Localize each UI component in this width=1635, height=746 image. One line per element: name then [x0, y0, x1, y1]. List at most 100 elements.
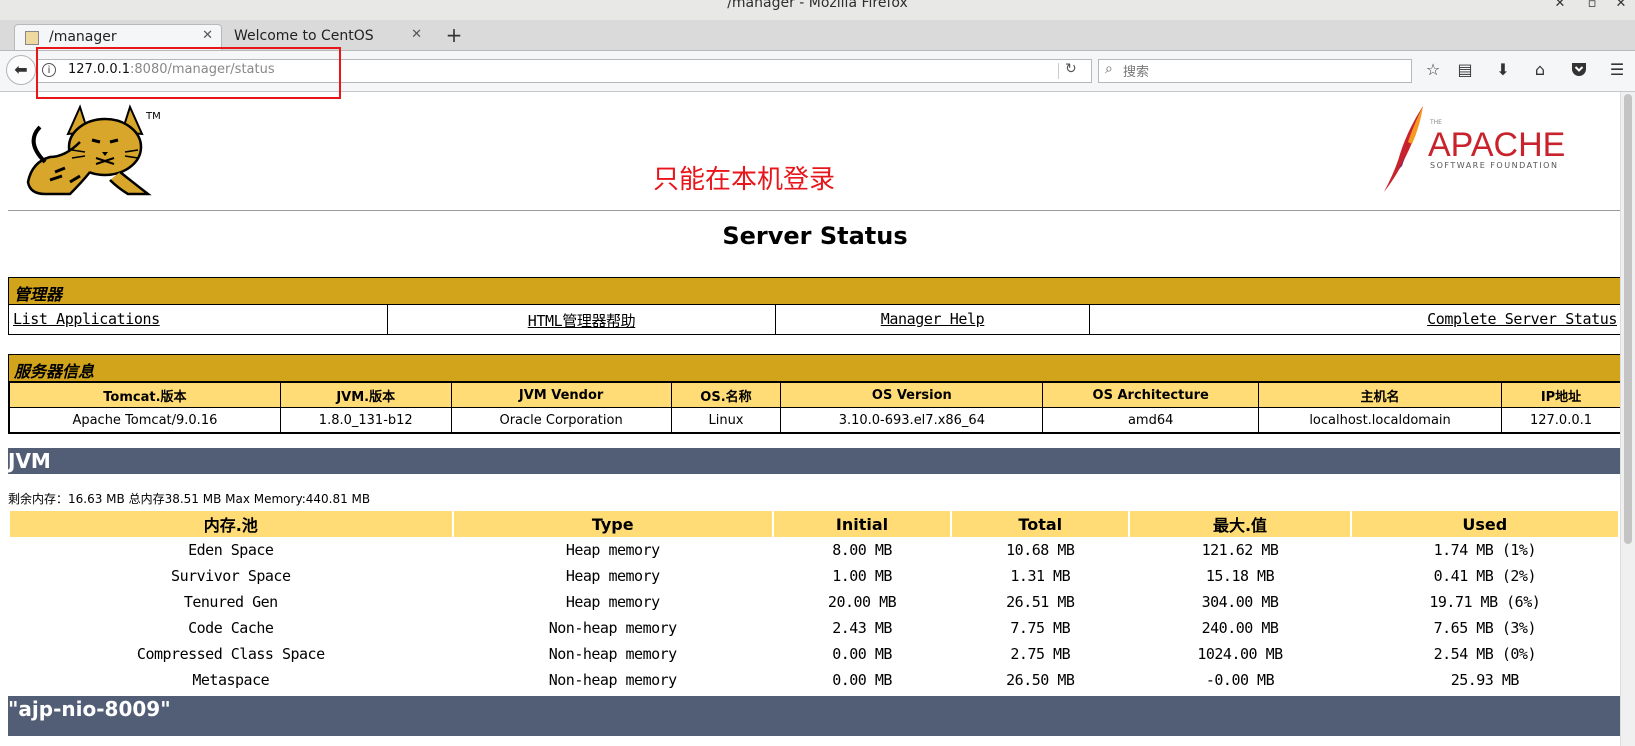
- table-cell: 0.00 MB: [832, 645, 892, 663]
- memory-pool-table: 内存.池 Type Initial Total 最大.值 Used Eden S…: [8, 511, 1620, 693]
- column-header: Total: [952, 511, 1129, 537]
- table-cell: 0.41 MB (2%): [1433, 567, 1537, 585]
- table-cell: Compressed Class Space: [136, 645, 325, 663]
- bookmark-star-icon[interactable]: ☆: [1421, 60, 1445, 82]
- table-cell: 26.51 MB: [1006, 593, 1075, 611]
- pool-rows: Eden Space Heap memory 8.00 MB 10.68 MB 121.…: [10, 537, 1618, 693]
- jvm-section-heading: JVM: [8, 448, 1620, 474]
- search-input[interactable]: [1121, 61, 1405, 83]
- table-row: Survivor Space Heap memory 1.00 MB 1.31 MB 1…: [10, 563, 1618, 589]
- manager-links-row: List Applications HTML管理器帮助 Manager Help…: [9, 305, 1620, 334]
- back-button[interactable]: ⬅: [6, 55, 36, 85]
- page-title: Server Status: [722, 222, 908, 250]
- manager-cell: HTML管理器帮助: [388, 305, 776, 334]
- table-cell: 8.00 MB: [832, 541, 892, 559]
- table-cell: 25.93 MB: [1450, 671, 1520, 689]
- table-cell: Tenured Gen: [183, 593, 278, 611]
- reading-list-icon[interactable]: ▤: [1453, 60, 1477, 82]
- table-row: Compressed Class Space Non-heap memory 0.0…: [10, 641, 1618, 667]
- minimize-icon[interactable]: ✕: [1551, 0, 1569, 11]
- new-tab-button[interactable]: +: [443, 23, 465, 47]
- column-header: OS Architecture: [1042, 382, 1260, 408]
- table-cell: 1.74 MB (1%): [1433, 541, 1537, 559]
- home-icon[interactable]: ⌂: [1528, 60, 1552, 82]
- table-row: Tenured Gen Heap memory 20.00 MB 26.51 MB 30…: [10, 589, 1618, 615]
- tab-close-icon[interactable]: ✕: [411, 27, 422, 42]
- server-info-heading: 服务器信息: [9, 355, 1620, 382]
- apache-logo[interactable]: THE APACHE SOFTWARE FOUNDATION: [1378, 104, 1598, 192]
- download-icon[interactable]: ⬇: [1491, 60, 1515, 82]
- column-header: IP地址: [1501, 382, 1620, 408]
- manager-box: 管理器 List Applications HTML管理器帮助 Manager …: [8, 277, 1620, 335]
- login-note-annotation: 只能在本机登录: [653, 165, 836, 195]
- search-bar[interactable]: ⌕: [1098, 59, 1412, 83]
- table-cell: Code Cache: [188, 619, 274, 637]
- close-window-icon[interactable]: ✕: [1612, 0, 1630, 11]
- complete-server-status-link[interactable]: Complete Server Status: [1427, 310, 1617, 328]
- table-cell: 1024.00 MB: [1197, 645, 1283, 663]
- url-divider: [1058, 63, 1059, 79]
- table-cell: 1.00 MB: [832, 567, 892, 585]
- server-info-header-row: Tomcat.版本 JVM.版本 JVM Vendor OS.名称 OS Ver…: [9, 382, 1620, 408]
- manager-help-link[interactable]: Manager Help: [881, 310, 985, 328]
- scrollbar-thumb[interactable]: [1624, 94, 1632, 544]
- table-cell: Eden Space: [188, 541, 274, 559]
- server-info-table: Tomcat.版本 JVM.版本 JVM Vendor OS.名称 OS Ver…: [9, 382, 1620, 433]
- menu-icon[interactable]: ☰: [1605, 60, 1629, 82]
- table-cell: Linux: [670, 407, 782, 433]
- reload-icon[interactable]: ↻: [1065, 61, 1077, 77]
- column-header: OS.名称: [670, 382, 782, 408]
- table-cell: Heap memory: [565, 567, 660, 585]
- svg-text:APACHE: APACHE: [1428, 126, 1565, 164]
- tab-label: Welcome to CentOS: [234, 28, 374, 44]
- list-applications-link[interactable]: List Applications: [13, 310, 160, 328]
- manager-cell: Manager Help: [776, 305, 1090, 334]
- manager-cell: Complete Server Status: [1090, 305, 1620, 334]
- table-cell: -0.00 MB: [1205, 671, 1275, 689]
- svg-text:THE: THE: [1429, 119, 1442, 126]
- table-cell: 240.00 MB: [1201, 619, 1279, 637]
- maximize-icon[interactable]: ▫: [1583, 0, 1601, 11]
- column-header: Type: [453, 511, 772, 537]
- table-cell: Heap memory: [565, 541, 660, 559]
- column-header: Initial: [773, 511, 951, 537]
- table-cell: 304.00 MB: [1201, 593, 1279, 611]
- page-content: TM THE APACHE SOFTWARE FOUNDATION 只能在本机登…: [0, 92, 1620, 746]
- pocket-icon[interactable]: [1567, 60, 1591, 82]
- column-header: Used: [1351, 511, 1618, 537]
- svg-text:TM: TM: [145, 111, 160, 122]
- table-cell: 26.50 MB: [1006, 671, 1075, 689]
- table-cell: 2.43 MB: [832, 619, 892, 637]
- header-divider: [8, 210, 1620, 211]
- table-cell: 19.71 MB (6%): [1429, 593, 1541, 611]
- table-cell: 2.75 MB: [1010, 645, 1071, 663]
- table-cell: 1.8.0_131-b12: [279, 407, 452, 433]
- page-scrollbar[interactable]: [1620, 92, 1635, 746]
- table-cell: 15.18 MB: [1205, 567, 1275, 585]
- window-titlebar: /manager - Mozilla Firefox ✕ ▫ ✕: [0, 0, 1635, 20]
- table-cell: 1.31 MB: [1010, 567, 1071, 585]
- table-cell: Oracle Corporation: [450, 407, 672, 433]
- manager-cell: List Applications: [9, 305, 388, 334]
- table-cell: 10.68 MB: [1006, 541, 1075, 559]
- memory-summary: 剩余内存：16.63 MB 总内存38.51 MB Max Memory:440…: [8, 492, 371, 506]
- tab-close-icon[interactable]: ✕: [202, 28, 213, 43]
- column-header: 主机名: [1258, 382, 1502, 408]
- table-cell: 20.00 MB: [827, 593, 897, 611]
- table-cell: 7.75 MB: [1010, 619, 1071, 637]
- manager-heading: 管理器: [9, 278, 1620, 305]
- table-row: Eden Space Heap memory 8.00 MB 10.68 MB 121.…: [10, 537, 1618, 563]
- table-cell: Non-heap memory: [548, 671, 677, 689]
- column-header: JVM.版本: [279, 382, 452, 408]
- table-cell: Non-heap memory: [548, 619, 677, 637]
- tomcat-logo[interactable]: TM: [10, 102, 160, 198]
- column-header: Tomcat.版本: [9, 382, 281, 408]
- connector-section-heading: "ajp-nio-8009": [8, 696, 1620, 736]
- table-row: Metaspace Non-heap memory 0.00 MB 26.50 MB -…: [10, 667, 1618, 693]
- column-header: JVM Vendor: [450, 382, 672, 408]
- html-manager-help-link[interactable]: HTML管理器帮助: [528, 312, 636, 330]
- table-row: Code Cache Non-heap memory 2.43 MB 7.75 MB 2…: [10, 615, 1618, 641]
- table-cell: 2.54 MB (0%): [1433, 645, 1537, 663]
- table-cell: localhost.localdomain: [1258, 407, 1502, 433]
- tomcat-favicon-icon: [25, 31, 39, 45]
